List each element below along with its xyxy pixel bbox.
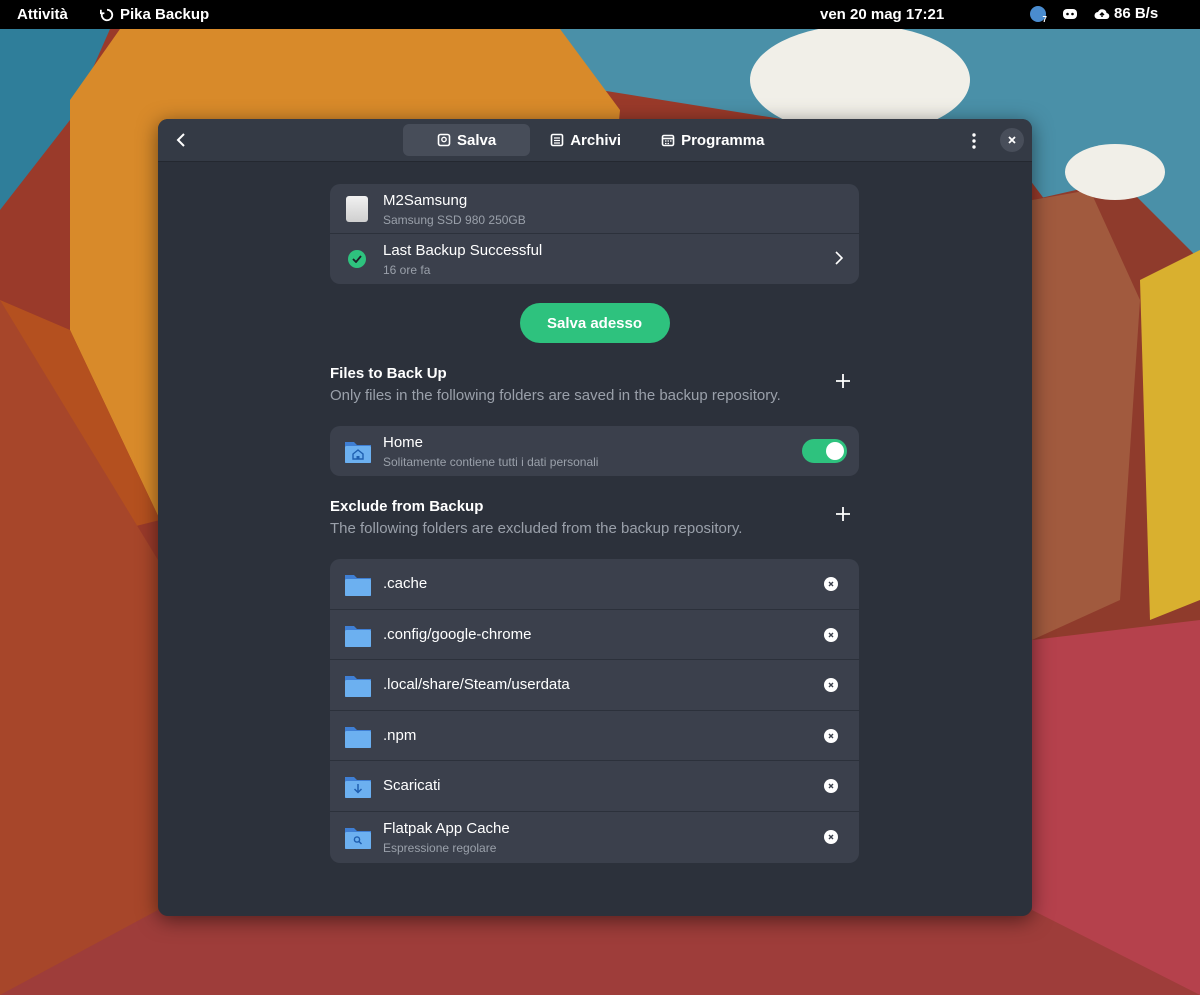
exclude-item-title: Flatpak App Cache <box>383 819 510 837</box>
tab-programma[interactable]: Programma <box>651 124 774 156</box>
archive-icon <box>550 133 564 147</box>
include-section-header: Files to Back Up Only files in the follo… <box>330 365 859 415</box>
save-now-button[interactable]: Salva adesso <box>519 303 670 343</box>
header-bar: Salva Archivi Programma <box>158 119 1032 162</box>
remove-exclude-button[interactable] <box>824 678 838 693</box>
search-folder-icon <box>345 827 371 849</box>
top-bar: Attività Pika Backup ven 20 mag 17:21 7 … <box>0 0 1200 29</box>
remove-exclude-button[interactable] <box>824 829 838 844</box>
device-model: Samsung SSD 980 250GB <box>383 213 526 227</box>
remove-exclude-button[interactable] <box>824 577 838 591</box>
exclude-item-subtitle: Espressione regolare <box>383 840 497 855</box>
add-include-button[interactable] <box>835 373 851 389</box>
include-description: Only files in the following folders are … <box>330 387 781 404</box>
folder-icon <box>345 625 371 647</box>
exclude-section-header: Exclude from Backup The following folder… <box>330 498 859 548</box>
exclude-item-title: .config/google-chrome <box>383 625 532 643</box>
include-list: Home Solitamente contiene tutti i dati p… <box>330 426 859 476</box>
status-time: 16 ore fa <box>383 263 431 277</box>
close-icon <box>828 783 834 789</box>
close-window-button[interactable] <box>1000 128 1024 152</box>
exclude-item-title: .local/share/Steam/userdata <box>383 676 570 694</box>
main-menu-button[interactable] <box>964 129 984 153</box>
add-exclude-button[interactable] <box>835 506 851 522</box>
status-title: Last Backup Successful <box>383 242 543 259</box>
tab-programma-label: Programma <box>681 131 765 149</box>
close-icon <box>828 632 834 638</box>
activities-button[interactable]: Attività <box>17 6 68 23</box>
folder-icon <box>345 726 371 748</box>
exclude-row[interactable]: Scaricati <box>330 761 859 812</box>
exclude-item-title: Scaricati <box>383 777 441 795</box>
discord-icon[interactable] <box>1062 7 1078 21</box>
system-tray: 7 86 B/s <box>1030 5 1158 24</box>
history-icon <box>100 8 114 21</box>
folder-icon <box>345 575 371 596</box>
include-item-subtitle: Solitamente contiene tutti i dati person… <box>383 455 599 469</box>
app-name: Pika Backup <box>120 6 210 23</box>
remove-exclude-button[interactable] <box>824 779 838 794</box>
tab-salva-label: Salva <box>457 131 497 149</box>
hard-drive-icon <box>346 196 368 222</box>
exclude-item-title: .npm <box>383 726 417 744</box>
remove-exclude-button[interactable] <box>824 627 838 642</box>
backup-page: M2Samsung Samsung SSD 980 250GB Last Bac… <box>330 184 859 863</box>
exclude-list: .cache .config/google-chrome .local/shar <box>330 559 859 863</box>
close-icon <box>828 581 834 587</box>
tab-salva[interactable]: Salva <box>403 124 531 156</box>
chevron-left-icon <box>176 133 185 147</box>
close-icon <box>828 834 834 840</box>
device-row[interactable]: M2Samsung Samsung SSD 980 250GB <box>330 184 859 234</box>
exclude-description: The following folders are excluded from … <box>330 520 743 537</box>
home-toggle-switch[interactable] <box>802 439 847 463</box>
update-indicator-icon[interactable]: 7 <box>1030 5 1047 24</box>
close-icon <box>828 733 834 739</box>
app-menu[interactable]: Pika Backup <box>100 6 209 23</box>
back-button[interactable] <box>168 127 194 153</box>
toggle-knob <box>826 442 844 460</box>
exclude-row[interactable]: .config/google-chrome <box>330 610 859 661</box>
chevron-right-icon <box>835 251 843 265</box>
tab-archivi-label: Archivi <box>570 131 622 149</box>
remove-exclude-button[interactable] <box>824 728 838 743</box>
close-icon <box>1008 136 1016 144</box>
drive-icon <box>437 133 451 147</box>
backup-status-row[interactable]: Last Backup Successful 16 ore fa <box>330 234 859 284</box>
include-item-title: Home <box>383 434 424 451</box>
success-check-icon <box>348 250 366 268</box>
pika-backup-window: Salva Archivi Programma M2Samsung Samsun… <box>158 119 1032 916</box>
include-row-home[interactable]: Home Solitamente contiene tutti i dati p… <box>330 426 859 476</box>
exclude-row[interactable]: .npm <box>330 711 859 762</box>
exclude-row[interactable]: .local/share/Steam/userdata <box>330 660 859 711</box>
device-name: M2Samsung <box>383 192 468 209</box>
exclude-heading: Exclude from Backup <box>330 498 484 515</box>
view-switcher: Salva Archivi Programma <box>403 124 774 156</box>
close-icon <box>828 682 834 688</box>
exclude-row[interactable]: Flatpak App Cache Espressione regolare <box>330 812 859 863</box>
network-speed[interactable]: 86 B/s <box>1094 5 1158 22</box>
cloud-upload-icon <box>1094 8 1110 19</box>
tab-archivi[interactable]: Archivi <box>538 124 643 156</box>
include-heading: Files to Back Up <box>330 365 447 382</box>
folder-icon <box>345 676 371 698</box>
calendar-icon <box>661 134 675 147</box>
network-speed-label: 86 B/s <box>1114 5 1159 22</box>
kebab-menu-icon <box>972 133 976 149</box>
exclude-item-title: .cache <box>383 575 428 592</box>
home-folder-icon <box>345 442 371 463</box>
tray-badge: 7 <box>1042 14 1047 24</box>
exclude-row[interactable]: .cache <box>330 559 859 610</box>
downloads-folder-icon <box>345 777 371 799</box>
device-card: M2Samsung Samsung SSD 980 250GB Last Bac… <box>330 184 859 284</box>
clock[interactable]: ven 20 mag 17:21 <box>820 6 944 23</box>
